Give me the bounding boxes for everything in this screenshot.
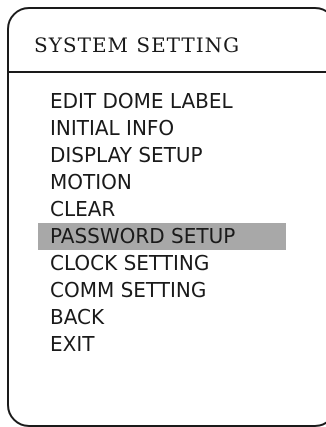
menu-item-exit[interactable]: EXIT [0, 331, 326, 358]
menu-item-edit-dome-label[interactable]: EDIT DOME LABEL [0, 88, 326, 115]
menu-item-initial-info[interactable]: INITIAL INFO [0, 115, 326, 142]
menu-item-back[interactable]: BACK [0, 304, 326, 331]
menu-title: SYSTEM SETTING [34, 33, 241, 57]
menu-item-clear[interactable]: CLEAR [0, 196, 326, 223]
menu-item-display-setup[interactable]: DISPLAY SETUP [0, 142, 326, 169]
title-divider [8, 71, 326, 73]
menu-item-comm-setting[interactable]: COMM SETTING [0, 277, 326, 304]
menu-list: EDIT DOME LABEL INITIAL INFO DISPLAY SET… [0, 88, 326, 358]
menu-item-clock-setting[interactable]: CLOCK SETTING [0, 250, 326, 277]
menu-item-motion[interactable]: MOTION [0, 169, 326, 196]
menu-item-password-setup[interactable]: PASSWORD SETUP [38, 223, 286, 250]
